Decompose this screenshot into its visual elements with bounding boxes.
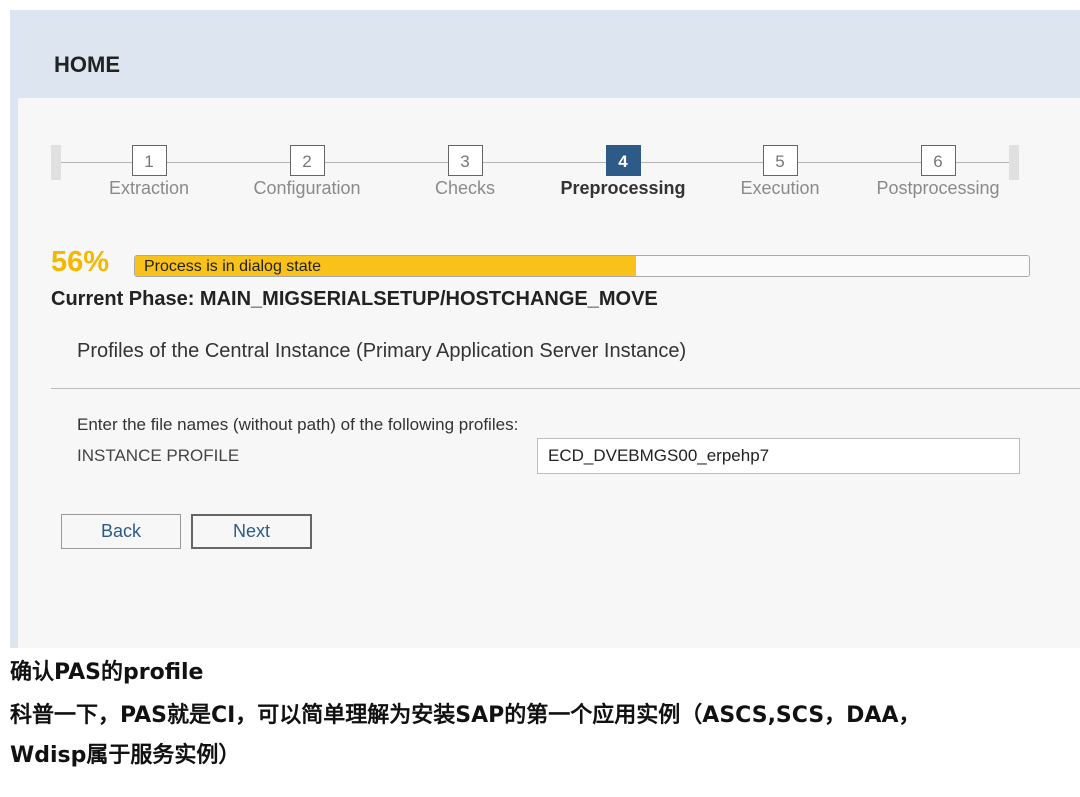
step-number: 6 [920,145,956,176]
step-number: 4 [605,145,641,176]
back-button[interactable]: Back [61,514,181,549]
step-label: Checks [434,178,496,198]
progress-status-text: Process is in dialog state [144,258,321,275]
caption-line-2: 科普一下，PAS就是CI，可以简单理解为安装SAP的第一个应用实例（ASCS,S… [10,703,921,728]
step-number: 2 [289,145,325,176]
step-label: Configuration [253,178,361,198]
step-label: Execution [740,178,820,198]
sum-app-window: HOME 1 Extraction 2 Configuration 3 Chec… [10,0,1080,648]
page-title: HOME [54,52,120,77]
progress-bar: Process is in dialog state [134,255,1030,277]
caption-line-3: Wdisp属于服务实例） [10,743,241,768]
instance-profile-label: INSTANCE PROFILE [77,446,240,465]
step-number: 1 [131,145,167,176]
main-content: 1 Extraction 2 Configuration 3 Checks 4 … [18,98,1080,648]
section-divider [51,388,1080,389]
roadmap-step-configuration[interactable]: 2 Configuration [227,145,387,199]
roadmap-step-execution[interactable]: 5 Execution [700,145,860,199]
roadmap-step-checks[interactable]: 3 Checks [385,145,545,199]
step-number: 5 [762,145,798,176]
instruction-text: Enter the file names (without path) of t… [77,415,519,434]
step-label: Preprocessing [560,178,686,198]
next-button[interactable]: Next [191,514,312,549]
step-number: 3 [447,145,483,176]
step-label: Extraction [108,178,190,198]
progress-percent: 56% [51,246,110,278]
step-label: Postprocessing [876,178,1000,198]
roadmap-step-extraction[interactable]: 1 Extraction [69,145,229,199]
roadmap-step-postprocessing[interactable]: 6 Postprocessing [858,145,1018,199]
cropped-top-banner [10,0,1080,10]
roadmap-start-cap [51,145,61,180]
caption-line-1: 确认PAS的profile [10,660,204,685]
roadmap-wizard: 1 Extraction 2 Configuration 3 Checks 4 … [51,145,1019,198]
section-title: Profiles of the Central Instance (Primar… [77,340,687,362]
instance-profile-input[interactable] [537,438,1020,474]
current-phase: Current Phase: MAIN_MIGSERIALSETUP/HOSTC… [51,288,658,310]
roadmap-step-preprocessing[interactable]: 4 Preprocessing [543,145,703,199]
